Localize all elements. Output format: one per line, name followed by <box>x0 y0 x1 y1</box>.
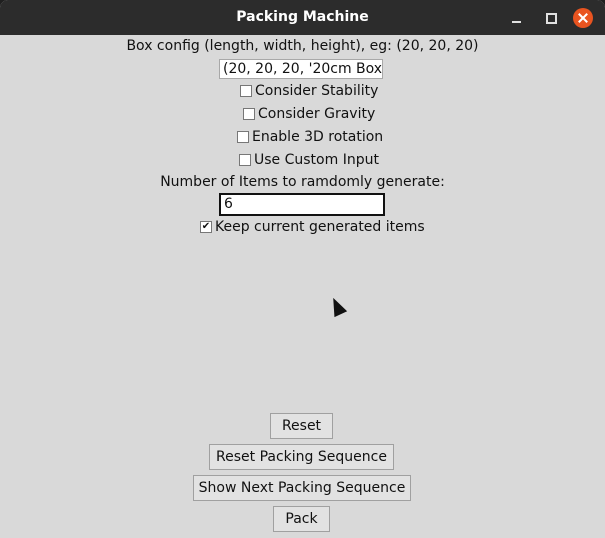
keep-generated-label: Keep current generated items <box>215 219 425 235</box>
enable-3d-rotation-label: Enable 3D rotation <box>252 129 384 145</box>
checkbox-icon <box>237 131 249 143</box>
checkbox-icon <box>240 85 252 97</box>
use-custom-input-label: Use Custom Input <box>254 152 379 168</box>
box-config-label: Box config (length, width, height), eg: … <box>126 38 479 54</box>
app-window: Packing Machine Box config (length, widt… <box>0 0 605 538</box>
checkbox-icon <box>239 154 251 166</box>
reset-packing-sequence-button[interactable]: Reset Packing Sequence <box>209 444 394 470</box>
close-icon[interactable] <box>573 8 593 28</box>
items-count-input[interactable]: 6 <box>219 193 385 216</box>
main-panel: Box config (length, width, height), eg: … <box>0 35 605 538</box>
show-next-packing-sequence-button[interactable]: Show Next Packing Sequence <box>193 475 411 501</box>
minimize-icon[interactable] <box>506 8 526 28</box>
box-config-input[interactable]: (20, 20, 20, '20cm Box') <box>219 59 383 79</box>
checkmark-icon: ✔ <box>200 221 212 233</box>
consider-stability-label: Consider Stability <box>255 83 379 99</box>
items-count-label: Number of Items to ramdomly generate: <box>160 174 445 190</box>
maximize-icon[interactable] <box>540 8 560 28</box>
consider-gravity-label: Consider Gravity <box>258 106 376 122</box>
pack-button[interactable]: Pack <box>273 506 330 532</box>
checkbox-icon <box>243 108 255 120</box>
reset-button[interactable]: Reset <box>270 413 333 439</box>
title-bar[interactable]: Packing Machine <box>0 0 605 35</box>
